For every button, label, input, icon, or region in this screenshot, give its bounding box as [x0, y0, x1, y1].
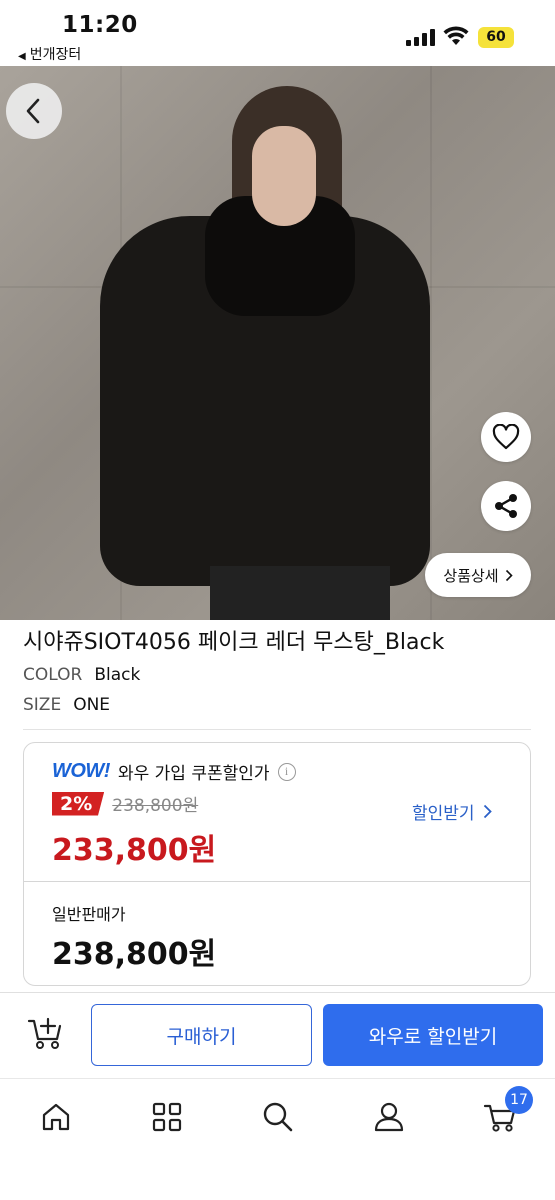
back-button[interactable]	[6, 83, 62, 139]
status-bar: 11:20 ◀ 번개장터 60	[0, 0, 555, 66]
action-bar: 구매하기 와우로 할인받기	[0, 992, 555, 1078]
wifi-icon	[443, 26, 469, 50]
nav-categories[interactable]	[147, 1097, 187, 1137]
search-icon	[263, 1102, 293, 1132]
battery-indicator: 60	[478, 27, 514, 48]
product-detail-button[interactable]: 상품상세	[425, 553, 531, 597]
wow-coupon-row: WOW! 와우 가입 쿠폰할인가 i	[52, 759, 296, 784]
wishlist-button[interactable]	[481, 412, 531, 462]
option-value: ONE	[73, 695, 111, 715]
categories-icon	[152, 1102, 182, 1132]
home-icon	[42, 1103, 70, 1131]
nav-search[interactable]	[258, 1097, 298, 1137]
get-discount-label: 할인받기	[412, 804, 475, 824]
back-triangle-icon: ◀	[18, 51, 26, 62]
discount-row: 2% 238,800원	[52, 791, 198, 816]
get-discount-link[interactable]: 할인받기	[412, 799, 492, 824]
user-icon	[374, 1102, 404, 1132]
price-card: WOW! 와우 가입 쿠폰할인가 i 2% 238,800원 233,800원 …	[23, 742, 531, 986]
add-to-cart-button[interactable]	[27, 1013, 65, 1055]
discount-badge: 2%	[52, 791, 105, 816]
normal-price: 238,800원	[52, 937, 217, 972]
info-icon[interactable]: i	[277, 762, 296, 781]
option-color: COLOR Black	[23, 665, 140, 685]
wow-discount-buy-button[interactable]: 와우로 할인받기	[323, 1004, 543, 1066]
signal-icon	[406, 29, 436, 46]
product-detail-label: 상품상세	[443, 566, 499, 585]
product-title: 시야쥬SIOT4056 페이크 레더 무스탕_Black	[23, 630, 445, 655]
back-app-label: 번개장터	[29, 47, 82, 63]
nav-my-page[interactable]	[369, 1097, 409, 1137]
normal-price-label: 일반판매가	[52, 905, 126, 924]
heart-icon	[492, 424, 520, 450]
option-value: Black	[94, 665, 141, 685]
sale-price: 233,800원	[52, 833, 217, 868]
bottom-nav: 17	[0, 1078, 555, 1200]
divider	[23, 729, 531, 730]
buy-button[interactable]: 구매하기	[91, 1004, 312, 1066]
chevron-right-icon	[505, 569, 513, 581]
wow-coupon-label: 와우 가입 쿠폰할인가	[117, 764, 270, 784]
nav-home[interactable]	[36, 1097, 76, 1137]
share-button[interactable]	[481, 481, 531, 531]
option-key: SIZE	[23, 695, 62, 715]
chevron-left-icon	[26, 98, 40, 124]
wow-logo: WOW!	[52, 760, 110, 782]
status-time: 11:20	[62, 12, 138, 38]
share-icon	[495, 494, 517, 518]
chevron-right-icon	[483, 804, 492, 819]
card-divider	[24, 881, 530, 882]
original-price: 238,800원	[112, 796, 199, 816]
cart-count-badge: 17	[505, 1086, 533, 1114]
option-key: COLOR	[23, 665, 83, 685]
option-size: SIZE ONE	[23, 695, 110, 715]
product-image[interactable]	[0, 66, 555, 620]
cart-add-icon	[27, 1017, 62, 1049]
back-to-app-link[interactable]: ◀ 번개장터	[18, 44, 81, 64]
